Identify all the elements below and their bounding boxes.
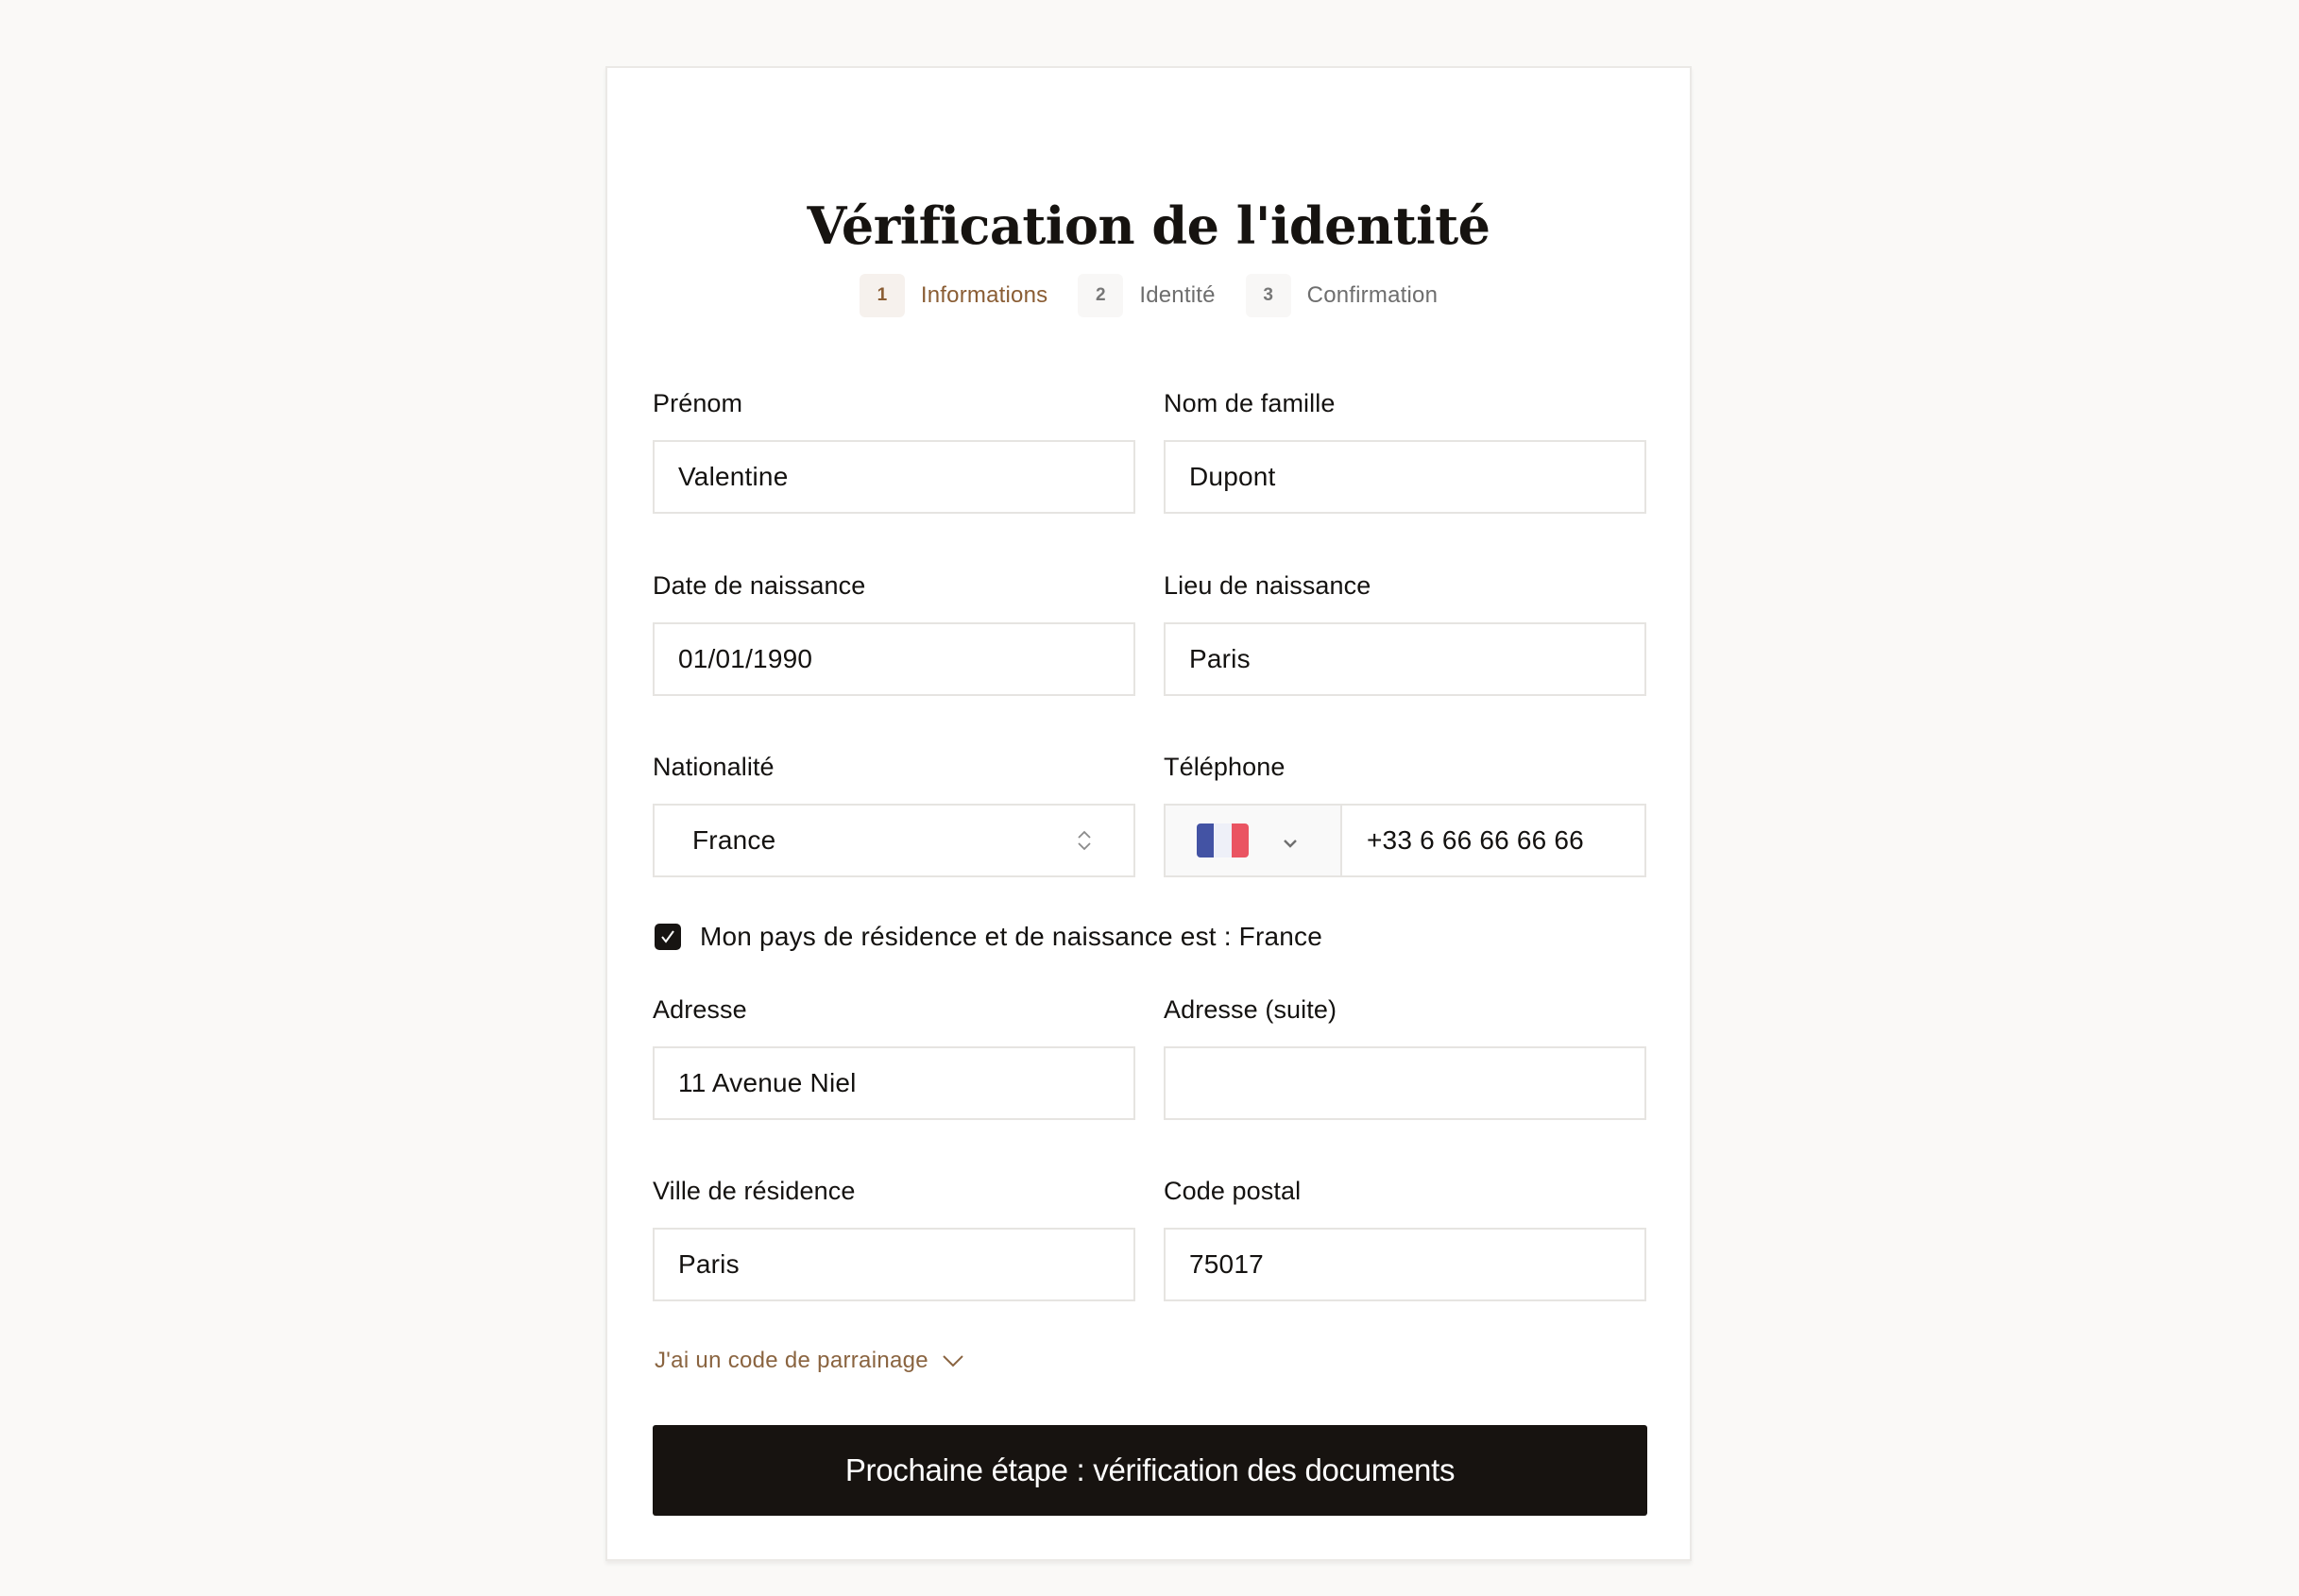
step-identite[interactable]: 2 Identité: [1078, 274, 1215, 317]
birth-place-label: Lieu de naissance: [1164, 571, 1371, 600]
address-field: Adresse 11 Avenue Niel: [653, 992, 1135, 1120]
postal-code-field: Code postal 75017: [1164, 1173, 1646, 1301]
step-informations[interactable]: 1 Informations: [859, 274, 1048, 317]
birth-date-label: Date de naissance: [653, 571, 866, 600]
referral-code-label: J'ai un code de parrainage: [655, 1348, 928, 1373]
next-step-button[interactable]: Prochaine étape : vérification des docum…: [653, 1425, 1647, 1516]
country-code-select[interactable]: [1166, 806, 1342, 875]
birth-place-input[interactable]: Paris: [1164, 622, 1646, 696]
postal-code-input[interactable]: 75017: [1164, 1228, 1646, 1301]
last-name-label: Nom de famille: [1164, 389, 1336, 417]
chevron-down-icon: [1282, 825, 1299, 856]
step-confirmation[interactable]: 3 Confirmation: [1245, 274, 1439, 317]
address-input[interactable]: 11 Avenue Niel: [653, 1046, 1135, 1120]
last-name-input[interactable]: Dupont: [1164, 440, 1646, 514]
same-country-checkbox-label: Mon pays de résidence et de naissance es…: [700, 922, 1323, 951]
step-number: 3: [1245, 274, 1291, 317]
nationality-select[interactable]: France: [653, 804, 1135, 877]
last-name-field: Nom de famille Dupont: [1164, 385, 1646, 514]
same-country-checkbox[interactable]: [655, 924, 681, 950]
step-number: 1: [859, 274, 905, 317]
birth-date-field: Date de naissance 01/01/1990: [653, 568, 1135, 696]
france-flag-icon: [1197, 823, 1249, 857]
city-field: Ville de résidence Paris: [653, 1173, 1135, 1301]
phone-field: Téléphone +33 6 66 66 66 66: [1164, 749, 1646, 877]
birth-date-input[interactable]: 01/01/1990: [653, 622, 1135, 696]
identity-verification-card: Vérification de l'identité 1 Information…: [605, 66, 1692, 1561]
chevron-up-down-icon: [1077, 830, 1092, 851]
phone-number-input[interactable]: +33 6 66 66 66 66: [1342, 806, 1644, 875]
nationality-value: France: [692, 825, 776, 855]
city-label: Ville de résidence: [653, 1177, 856, 1205]
step-number: 2: [1078, 274, 1124, 317]
first-name-label: Prénom: [653, 389, 743, 417]
address-2-input[interactable]: [1164, 1046, 1646, 1120]
address-2-field: Adresse (suite): [1164, 992, 1646, 1120]
page-title: Vérification de l'identité: [807, 195, 1490, 256]
first-name-field: Prénom Valentine: [653, 385, 1135, 514]
nationality-label: Nationalité: [653, 753, 775, 781]
first-name-input[interactable]: Valentine: [653, 440, 1135, 514]
checkmark-icon: [661, 930, 674, 943]
postal-code-label: Code postal: [1164, 1177, 1302, 1205]
phone-label: Téléphone: [1164, 753, 1286, 781]
address-2-label: Adresse (suite): [1164, 995, 1337, 1024]
nationality-field: Nationalité France: [653, 749, 1135, 877]
birth-place-field: Lieu de naissance Paris: [1164, 568, 1646, 696]
phone-input-group: +33 6 66 66 66 66: [1164, 804, 1646, 877]
step-label: Identité: [1139, 282, 1216, 308]
city-input[interactable]: Paris: [653, 1228, 1135, 1301]
chevron-down-icon: [942, 1348, 964, 1374]
address-label: Adresse: [653, 995, 747, 1024]
same-country-checkbox-row[interactable]: Mon pays de résidence et de naissance es…: [655, 922, 1322, 952]
step-label: Informations: [920, 282, 1048, 308]
referral-code-toggle[interactable]: J'ai un code de parrainage: [655, 1348, 964, 1374]
stepper: 1 Informations 2 Identité 3 Confirmation: [607, 274, 1690, 317]
step-label: Confirmation: [1306, 282, 1439, 308]
